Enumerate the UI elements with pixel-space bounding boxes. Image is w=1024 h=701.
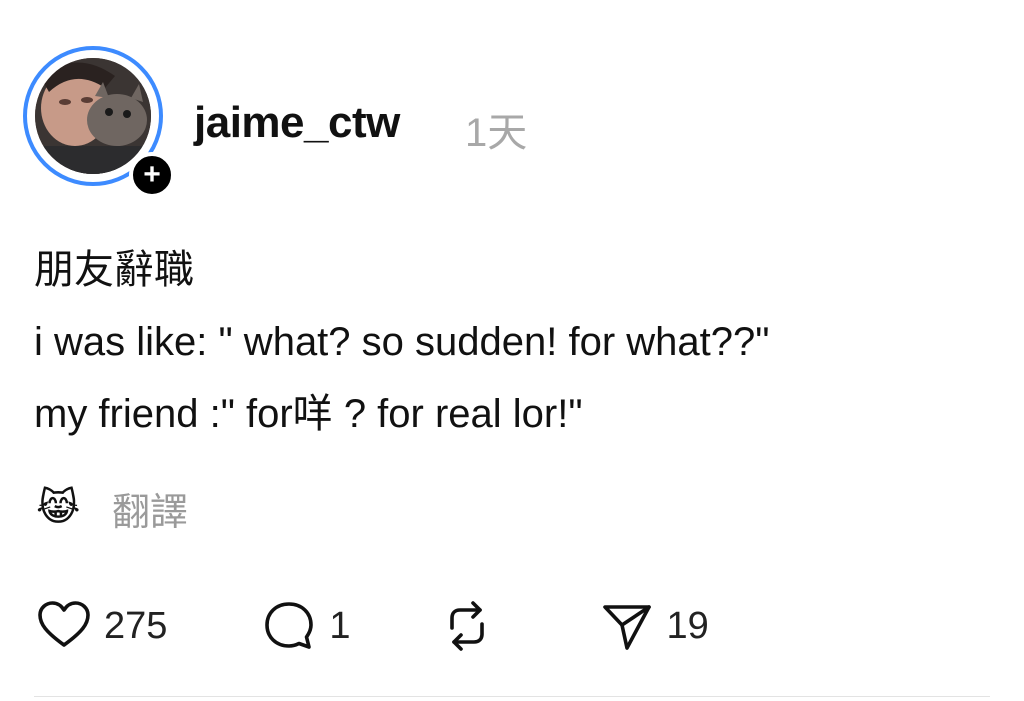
post-actions: 275 1 19 <box>36 598 709 654</box>
share-count: 19 <box>666 604 709 647</box>
translate-row: 😹 翻譯 <box>36 480 188 536</box>
post-timestamp: 1天 <box>465 111 528 155</box>
post-text-line: my friend :" for咩 ? for real lor!" <box>34 392 583 436</box>
crying-laughing-cat-icon: 😹 <box>36 487 81 529</box>
repost-button[interactable] <box>439 598 495 654</box>
translate-link[interactable]: 翻譯 <box>112 481 188 536</box>
share-icon <box>602 605 651 650</box>
reply-button[interactable]: 1 <box>261 598 351 654</box>
share-button[interactable]: 19 <box>599 598 709 654</box>
avatar[interactable]: + <box>23 46 175 198</box>
thread-post: + jaime_ctw 1天 朋友辭職 i was like: " what? … <box>0 0 1024 701</box>
username[interactable]: jaime_ctw <box>194 98 400 148</box>
post-body: 朋友辭職 i was like: " what? so sudden! for … <box>34 234 994 450</box>
post-text-line: i was like: " what? so sudden! for what?… <box>34 320 770 364</box>
repost-icon <box>449 601 484 651</box>
post-text-line: 朋友辭職 <box>34 248 194 292</box>
like-count: 275 <box>104 604 168 647</box>
like-button[interactable]: 275 <box>36 598 167 654</box>
heart-icon <box>38 601 90 647</box>
add-user-icon[interactable]: + <box>129 152 175 198</box>
avatar-image <box>35 58 151 174</box>
comment-icon <box>265 602 314 649</box>
reply-count: 1 <box>329 604 351 647</box>
post-divider <box>34 696 990 697</box>
